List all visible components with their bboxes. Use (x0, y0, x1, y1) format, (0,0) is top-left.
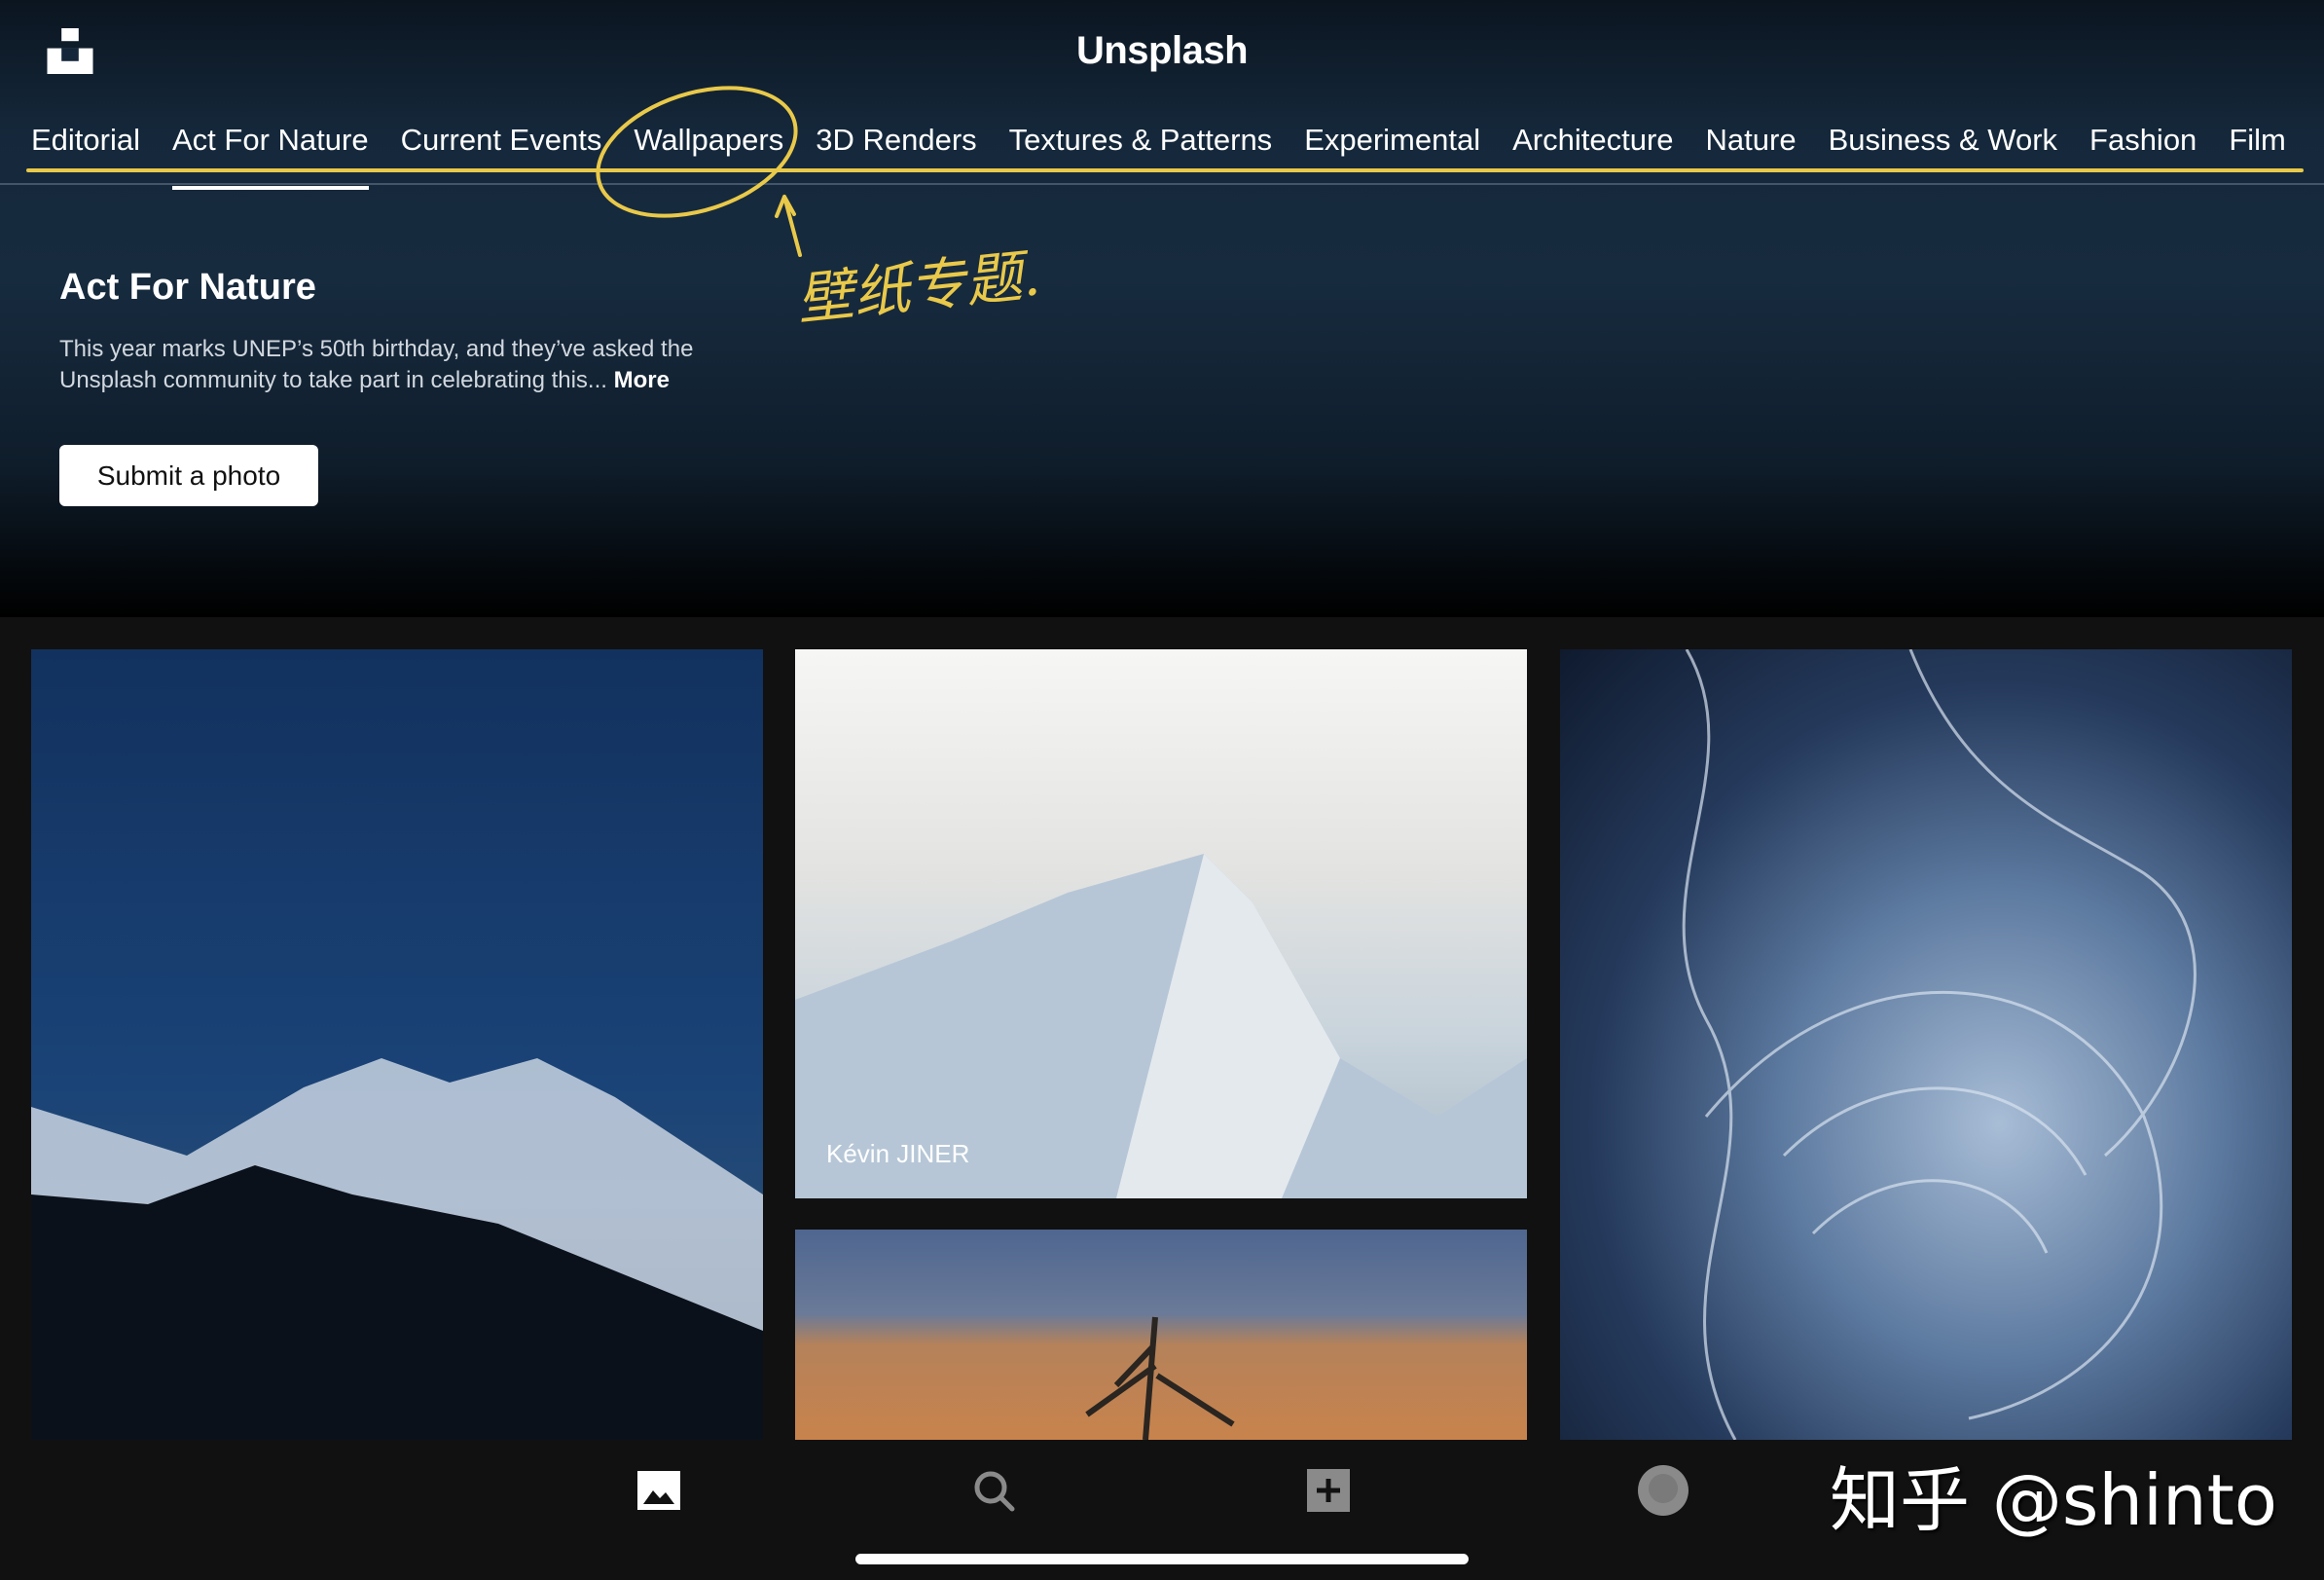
photo-ice-texture[interactable] (1560, 649, 2292, 1440)
home-indicator[interactable] (855, 1554, 1469, 1564)
add-icon[interactable] (1305, 1467, 1352, 1514)
tab-nature[interactable]: Nature (1706, 123, 1797, 171)
tab-experimental[interactable]: Experimental (1304, 123, 1480, 171)
hero-banner: Unsplash Editorial Act For Nature Curren… (0, 0, 2324, 617)
page-title: Act For Nature (59, 267, 316, 308)
tab-film[interactable]: Film (2229, 123, 2286, 171)
tab-fashion[interactable]: Fashion (2089, 123, 2197, 171)
photos-icon[interactable] (635, 1467, 682, 1514)
peak-shape (795, 854, 1527, 1198)
category-tabs: Editorial Act For Nature Current Events … (31, 123, 2286, 190)
photo-desert-tree[interactable] (795, 1230, 1527, 1440)
more-link[interactable]: More (614, 367, 670, 393)
ice-pattern (1682, 649, 2197, 1440)
tab-3d-renders[interactable]: 3D Renders (816, 123, 976, 171)
tab-act-for-nature[interactable]: Act For Nature (172, 123, 369, 190)
avatar-icon[interactable] (1638, 1465, 1689, 1516)
tab-wallpapers[interactable]: Wallpapers (634, 123, 783, 171)
tab-current-events[interactable]: Current Events (401, 123, 602, 171)
description-text: This year marks UNEP’s 50th birthday, an… (59, 336, 694, 393)
photo-snowy-peak[interactable]: Kévin JINER (795, 649, 1527, 1198)
mountain-silhouette (31, 1058, 763, 1440)
tab-business-work[interactable]: Business & Work (1829, 123, 2057, 171)
tab-editorial[interactable]: Editorial (31, 123, 140, 171)
photo-mountain-dusk[interactable] (31, 649, 763, 1440)
tree-shape (1085, 1316, 1235, 1440)
app-title: Unsplash (1075, 29, 1249, 72)
annotation-text: 壁纸专题. (793, 241, 1043, 333)
tab-architecture[interactable]: Architecture (1512, 123, 1673, 171)
hero-description: This year marks UNEP’s 50th birthday, an… (59, 334, 760, 396)
watermark: 知乎 @shinto (1830, 1459, 2277, 1541)
photo-credit[interactable]: Kévin JINER (826, 1139, 969, 1169)
submit-photo-button[interactable]: Submit a photo (59, 445, 318, 506)
tabs-divider (0, 183, 2324, 185)
tab-textures-patterns[interactable]: Textures & Patterns (1009, 123, 1273, 171)
annotation-underline (26, 168, 2304, 172)
search-icon[interactable] (970, 1467, 1017, 1514)
